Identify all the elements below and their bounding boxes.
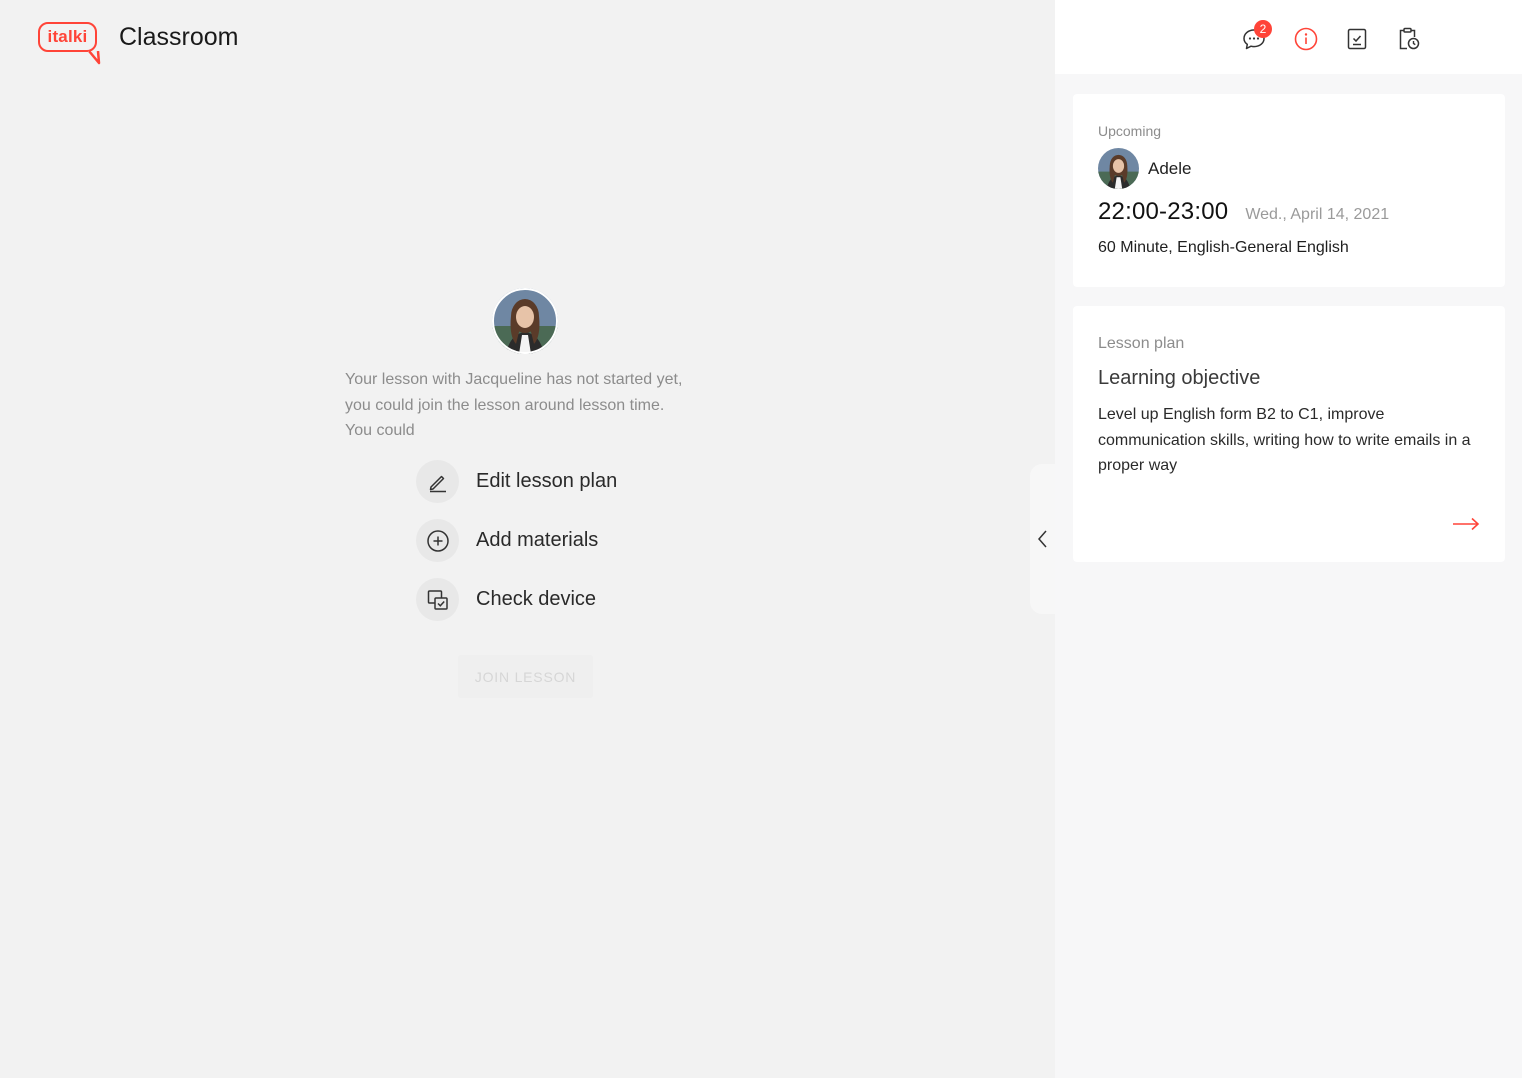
pencil-icon <box>429 475 446 492</box>
teacher-avatar-small <box>1098 148 1139 189</box>
lesson-plan-label: Lesson plan <box>1098 335 1185 352</box>
device-check-icon <box>427 589 448 610</box>
app-title: Classroom <box>119 22 239 51</box>
clipboard-icon <box>1399 27 1420 50</box>
lesson-not-started-notice: Your lesson with Jacqueline has not star… <box>345 371 683 439</box>
plus-circle-icon <box>426 529 449 552</box>
clipboard-button[interactable] <box>1395 26 1421 52</box>
add-circle <box>416 519 459 562</box>
logo-text: italki <box>47 27 88 46</box>
upcoming-lesson-card: Upcoming Adele 22:00-23:00 Wed., April 1… <box>1073 94 1505 287</box>
notes-button[interactable] <box>1344 26 1370 52</box>
upcoming-label: Upcoming <box>1098 123 1162 139</box>
lesson-time-row: 22:00-23:00 Wed., April 14, 2021 <box>1098 198 1389 226</box>
classroom-main: italki Classroom Your lesson with Jacque… <box>0 0 1056 1078</box>
join-lesson-button[interactable]: JOIN LESSON <box>458 655 593 698</box>
italki-logo[interactable]: italki <box>38 22 101 65</box>
lesson-side-panel: 2 Upcoming Adele 22:00-23:00 Wed., April… <box>1055 0 1522 1078</box>
learning-objective-text: Level up English form B2 to C1, improve … <box>1098 406 1471 474</box>
logo-tail-icon <box>88 51 101 65</box>
learning-objective-title: Learning objective <box>1098 367 1261 389</box>
edit-lesson-plan-label: Edit lesson plan <box>476 470 618 492</box>
teacher-name: Adele <box>1148 158 1192 178</box>
lesson-date: Wed., April 14, 2021 <box>1245 206 1390 223</box>
info-icon <box>1294 27 1318 51</box>
chat-button[interactable]: 2 <box>1241 20 1272 52</box>
chevron-left-icon <box>1038 530 1047 548</box>
panel-toolbar: 2 <box>1055 0 1522 74</box>
lesson-time: 22:00-23:00 <box>1098 198 1229 225</box>
check-circle <box>416 578 459 621</box>
collapse-panel-tab[interactable] <box>1030 464 1056 614</box>
arrow-right-icon[interactable] <box>1451 509 1481 539</box>
brand-header: italki Classroom <box>38 22 239 65</box>
lesson-plan-card: Lesson plan Learning objective Level up … <box>1073 306 1505 562</box>
add-materials-label: Add materials <box>476 529 599 551</box>
lesson-detail: 60 Minute, English-General English <box>1098 239 1349 256</box>
add-materials-button[interactable]: Add materials <box>416 519 598 562</box>
teacher-avatar <box>492 288 558 354</box>
info-button[interactable] <box>1293 26 1319 52</box>
teacher-row: Adele <box>1098 148 1191 189</box>
edit-lesson-plan-button[interactable]: Edit lesson plan <box>416 460 617 503</box>
chat-unread-badge: 2 <box>1254 20 1272 38</box>
notes-icon <box>1347 28 1367 50</box>
check-device-button[interactable]: Check device <box>416 578 596 621</box>
edit-circle <box>416 460 459 503</box>
check-device-label: Check device <box>476 588 597 610</box>
